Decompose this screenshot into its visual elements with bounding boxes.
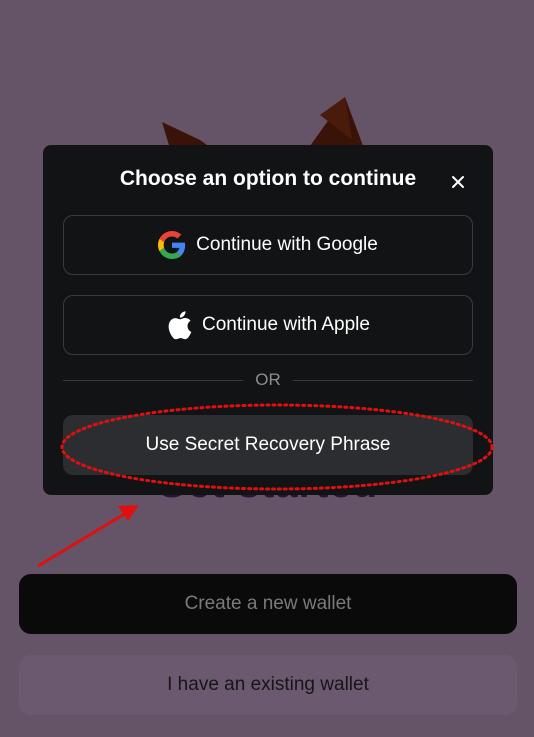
create-wallet-button[interactable]: Create a new wallet xyxy=(19,574,517,634)
apple-button-label: Continue with Apple xyxy=(202,314,370,335)
close-icon[interactable] xyxy=(446,170,470,194)
or-divider: OR xyxy=(63,368,473,392)
apple-icon xyxy=(166,310,192,340)
modal-title: Choose an option to continue xyxy=(119,167,417,190)
divider-text: OR xyxy=(255,370,281,389)
existing-wallet-button[interactable]: I have an existing wallet xyxy=(19,655,517,715)
google-button-label: Continue with Google xyxy=(196,234,378,255)
google-icon xyxy=(158,231,186,259)
use-secret-recovery-phrase-button[interactable]: Use Secret Recovery Phrase xyxy=(63,415,473,475)
divider-line-left xyxy=(63,379,244,381)
annotation-arrow-line xyxy=(37,511,127,568)
annotation-arrow-head xyxy=(118,505,139,521)
divider-line-right xyxy=(292,379,473,381)
login-options-modal: Choose an option to continue Continue wi… xyxy=(43,145,493,495)
continue-with-apple-button[interactable]: Continue with Apple xyxy=(63,295,473,355)
continue-with-google-button[interactable]: Continue with Google xyxy=(63,215,473,275)
